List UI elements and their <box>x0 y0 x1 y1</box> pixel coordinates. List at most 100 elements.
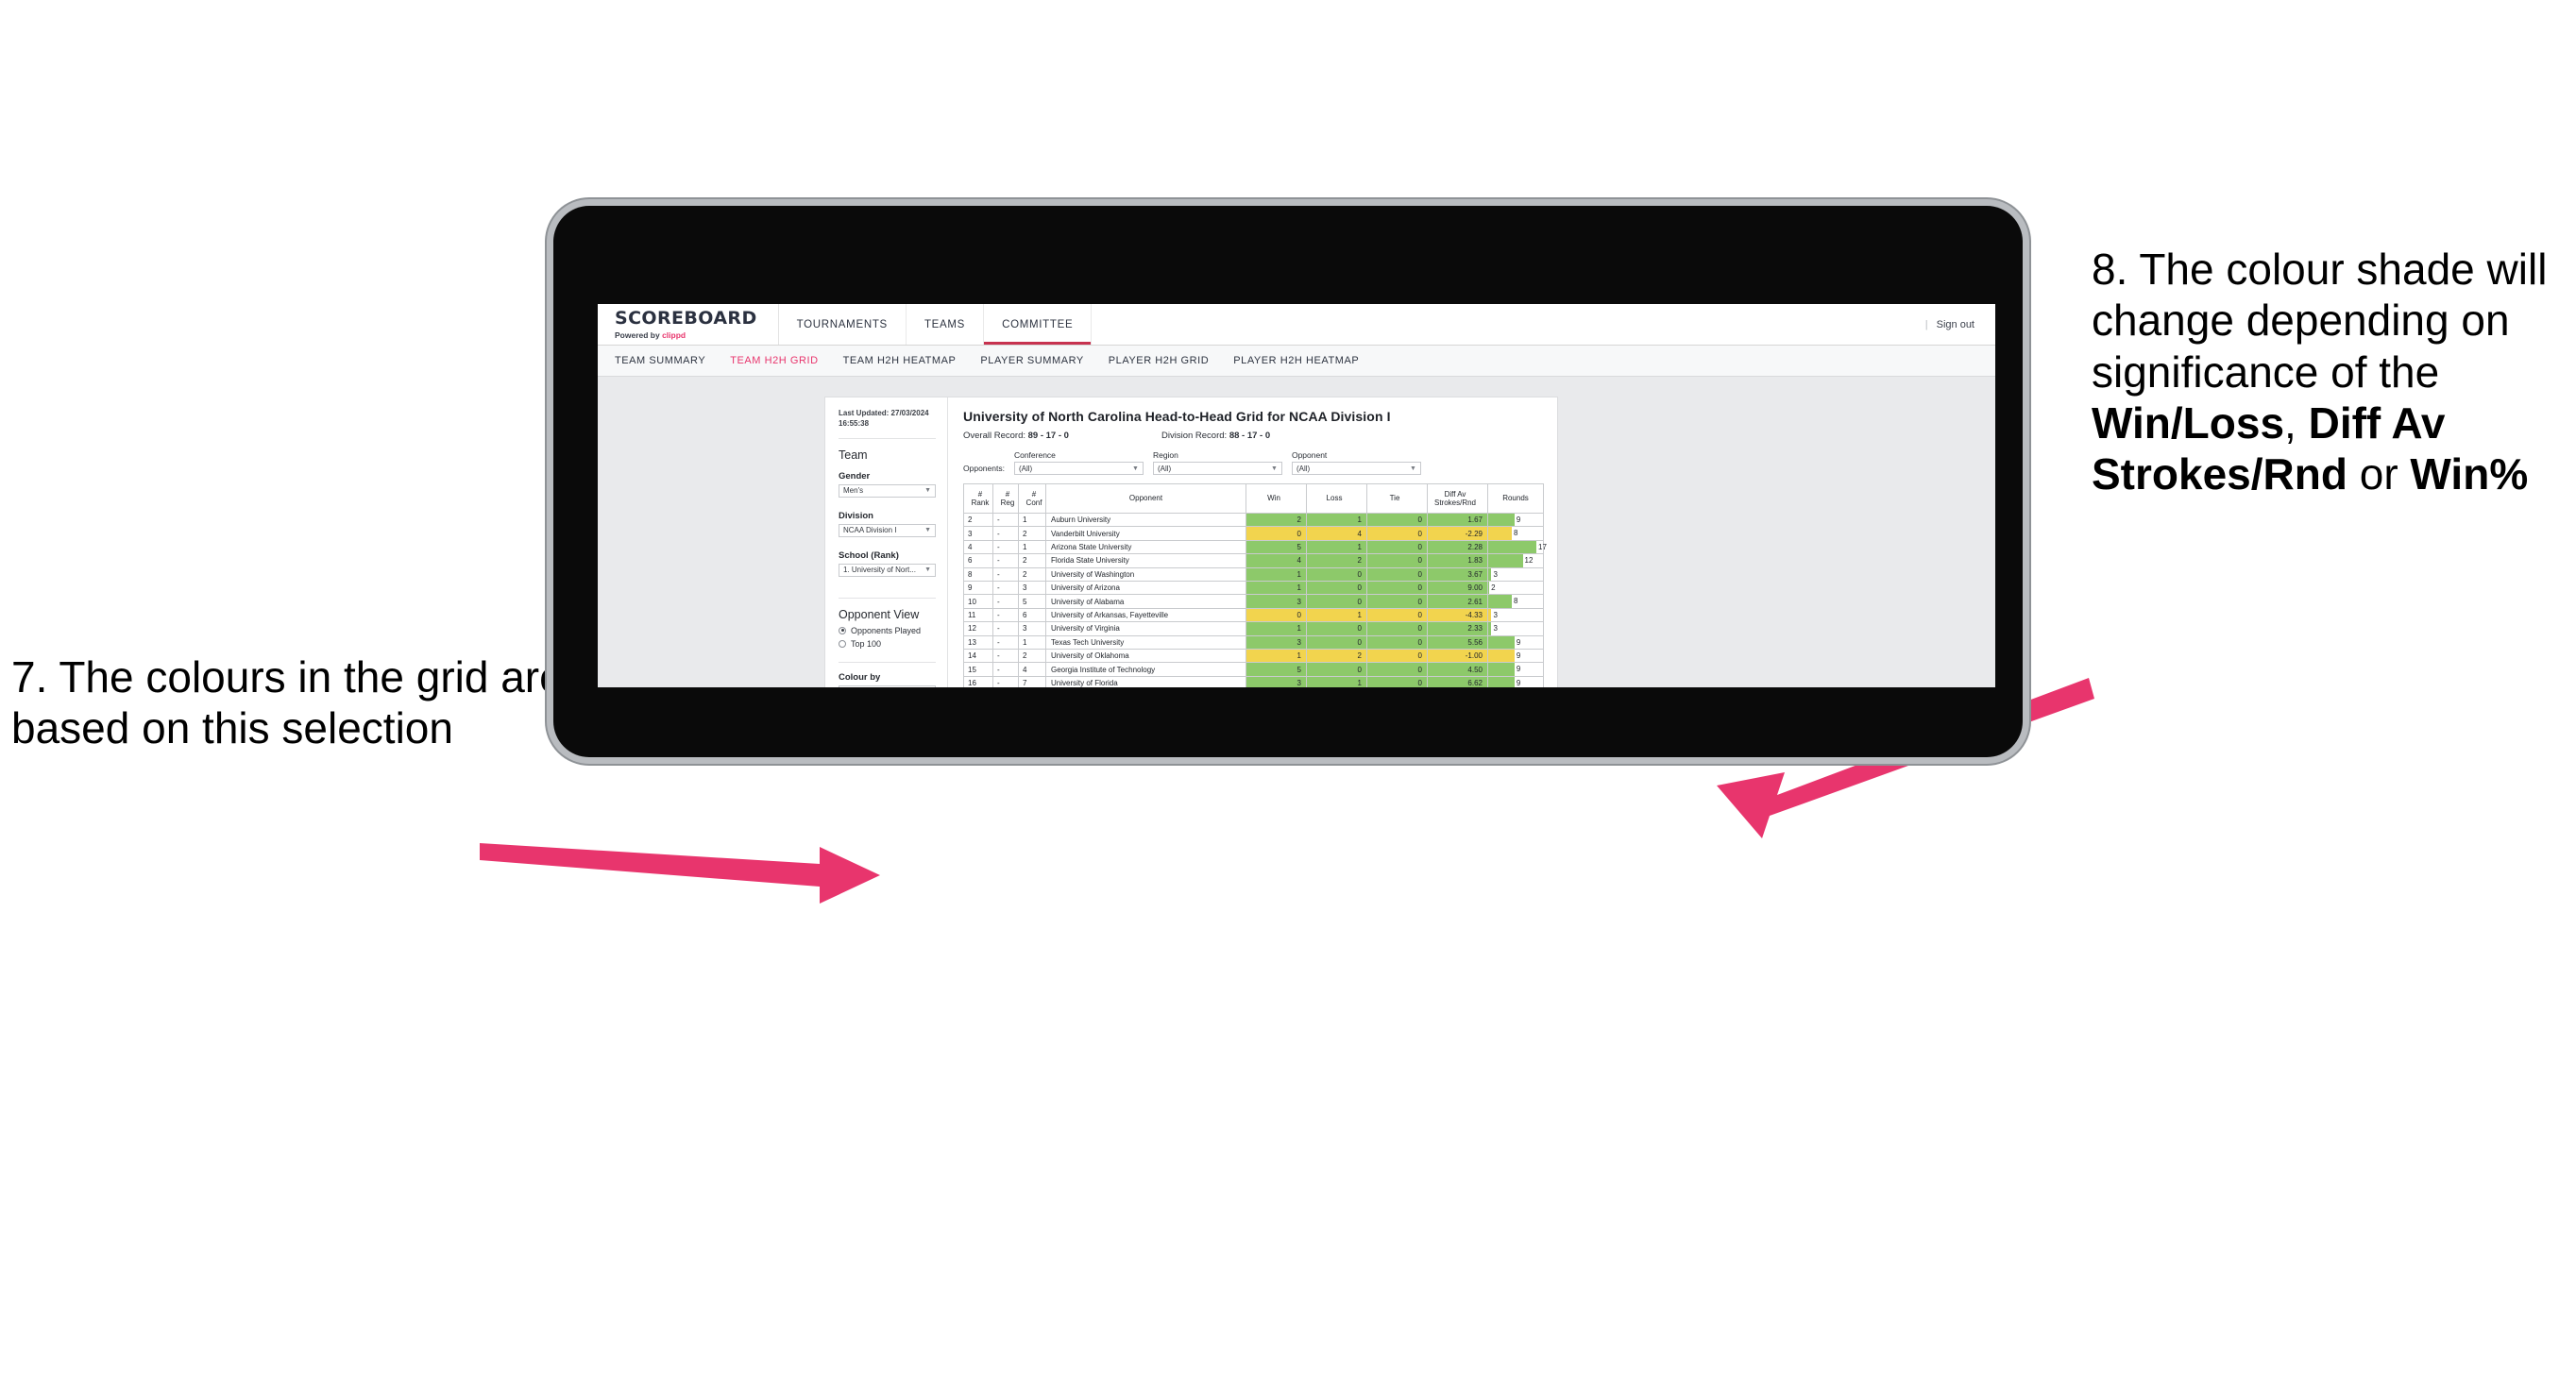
gender-select[interactable]: Men's ▼ <box>839 483 936 498</box>
cell-loss: 2 <box>1306 649 1367 664</box>
cell-diff: -2.29 <box>1427 526 1488 541</box>
colour-by-select[interactable]: Win/loss ▼ <box>839 685 936 687</box>
table-row[interactable]: 13-1 Texas Tech University 3 0 0 5.56 9 <box>963 634 1544 651</box>
subnav-team-h2h-grid[interactable]: TEAM H2H GRID <box>730 355 818 366</box>
table-row[interactable]: 14-2 University of Oklahoma 1 2 0 -1.00 9 <box>963 649 1544 664</box>
cell-tie: 0 <box>1366 553 1428 568</box>
cell-conf: 7 <box>1018 675 1046 687</box>
table-row[interactable]: 9-3 University of Arizona 1 0 0 9.00 2 <box>963 581 1544 596</box>
cell-rank: 11 <box>963 607 993 623</box>
cell-rounds: 2 <box>1487 581 1544 596</box>
subnav-team-h2h-heatmap[interactable]: TEAM H2H HEATMAP <box>843 355 957 366</box>
table-row[interactable]: 11-6 University of Arkansas, Fayetteville… <box>963 607 1544 623</box>
cell-tie: 0 <box>1366 649 1428 664</box>
filter-conference-select[interactable]: (All) ▼ <box>1013 462 1144 475</box>
cell-rank: 3 <box>963 526 993 541</box>
rounds-value: 9 <box>1516 637 1521 647</box>
radio-top-100[interactable]: Top 100 <box>839 639 936 649</box>
cell-rounds: 9 <box>1487 512 1544 528</box>
cell-loss: 0 <box>1306 581 1367 596</box>
opponents-label: Opponents: <box>963 464 1005 473</box>
subnav-player-h2h-heatmap[interactable]: PLAYER H2H HEATMAP <box>1233 355 1359 366</box>
annotation-7: 7. The colours in the grid are based on … <box>11 652 564 753</box>
filter-opponent-select[interactable]: (All) ▼ <box>1291 462 1421 475</box>
cell-diff: 2.61 <box>1427 594 1488 609</box>
subnav-player-h2h-grid[interactable]: PLAYER H2H GRID <box>1109 355 1209 366</box>
cell-opponent: Florida State University <box>1045 553 1246 568</box>
rounds-value: 9 <box>1516 516 1521 524</box>
sidebar-divider-3 <box>839 661 936 663</box>
cell-opponent: Arizona State University <box>1045 539 1246 555</box>
division-label: Division <box>839 510 873 521</box>
cell-opponent: University of Oklahoma <box>1045 649 1246 664</box>
cell-rank: 10 <box>963 594 993 609</box>
table-row[interactable]: 6-2 Florida State University 4 2 0 1.83 12 <box>963 553 1544 568</box>
annotation-8-line1: 8. The colour shade will change dependin… <box>2092 245 2548 397</box>
nav-item-teams[interactable]: TEAMS <box>907 304 985 345</box>
filter-opponent-label: Opponent <box>1291 450 1328 460</box>
col-opponent: Opponent <box>1045 483 1246 514</box>
cell-loss: 0 <box>1306 621 1367 636</box>
division-value: NCAA Division I <box>843 526 897 535</box>
h2h-grid-body: 2-1 Auburn University 2 1 0 1.67 9 3-2 Vanderbil… <box>963 512 1547 687</box>
cell-opponent: University of Florida <box>1045 675 1246 687</box>
table-row[interactable]: 4-1 Arizona State University 5 1 0 2.28 17 <box>963 539 1547 555</box>
cell-tie: 0 <box>1366 621 1428 636</box>
cell-opponent: Georgia Institute of Technology <box>1045 662 1246 677</box>
table-row[interactable]: 12-3 University of Virginia 1 0 0 2.33 3 <box>963 621 1544 636</box>
cell-diff: 1.67 <box>1427 512 1488 528</box>
cell-opponent: Vanderbilt University <box>1045 526 1246 541</box>
h2h-grid-head: # Rank # Reg # Conf Opponent Win Loss Ti… <box>963 483 1544 514</box>
app-header: SCOREBOARD Powered by clippd TOURNAMENTS… <box>598 304 1995 346</box>
radio-top-100-label: Top 100 <box>851 638 882 649</box>
filter-region-select[interactable]: (All) ▼ <box>1152 462 1282 475</box>
chevron-down-icon: ▼ <box>924 487 931 495</box>
school-value: 1. University of Nort... <box>843 566 916 575</box>
filter-conference: Conference (All) ▼ <box>1013 450 1144 475</box>
main-view: University of North Carolina Head-to-Hea… <box>948 397 1557 687</box>
page-title: University of North Carolina Head-to-Hea… <box>963 409 1391 424</box>
cell-loss: 4 <box>1306 526 1367 541</box>
cell-win: 0 <box>1246 526 1307 541</box>
rounds-value: 9 <box>1516 678 1521 687</box>
table-row[interactable]: 10-5 University of Alabama 3 0 0 2.61 8 <box>963 594 1544 609</box>
nav-item-tournaments[interactable]: TOURNAMENTS <box>779 304 907 345</box>
table-row[interactable]: 16-7 University of Florida 3 1 0 6.62 9 <box>963 675 1544 687</box>
subnav-player-summary[interactable]: PLAYER SUMMARY <box>980 355 1083 366</box>
table-row[interactable]: 8-2 University of Washington 1 0 0 3.67 3 <box>963 566 1544 583</box>
last-updated-text: Last Updated: 27/03/2024 16:55:38 <box>839 409 929 428</box>
col-rank: # Rank <box>963 483 993 514</box>
sub-nav: TEAM SUMMARY TEAM H2H GRID TEAM H2H HEAT… <box>598 346 1995 377</box>
cell-diff: -4.33 <box>1427 607 1488 623</box>
filter-region-label: Region <box>1152 450 1178 460</box>
cell-rank: 2 <box>963 512 993 528</box>
colour-by-label: Colour by <box>839 671 881 683</box>
cell-diff: 3.67 <box>1427 566 1488 583</box>
cell-loss: 1 <box>1306 675 1367 687</box>
division-select[interactable]: NCAA Division I ▼ <box>839 523 936 537</box>
cell-conf: 6 <box>1018 607 1046 623</box>
cell-rounds: 3 <box>1487 566 1544 583</box>
cell-rank: 16 <box>963 675 993 687</box>
signout-link[interactable]: Sign out <box>1937 319 1974 330</box>
col-win: Win <box>1246 483 1307 514</box>
table-row[interactable]: 3-2 Vanderbilt University 0 4 0 -2.29 8 <box>963 526 1544 541</box>
cell-win: 3 <box>1246 594 1307 609</box>
table-row[interactable]: 15-4 Georgia Institute of Technology 5 0 0 4.… <box>963 662 1544 677</box>
school-select[interactable]: 1. University of Nort... ▼ <box>839 563 936 577</box>
chevron-down-icon: ▼ <box>1410 465 1416 472</box>
cell-conf: 2 <box>1018 553 1046 568</box>
cell-tie: 0 <box>1366 662 1428 677</box>
cell-win: 3 <box>1246 675 1307 687</box>
col-tie: Tie <box>1366 483 1428 514</box>
cell-conf: 1 <box>1018 512 1046 528</box>
cell-opponent: University of Arkansas, Fayetteville <box>1045 607 1246 623</box>
radio-opponents-played[interactable]: Opponents Played <box>839 626 936 635</box>
cell-loss: 1 <box>1306 607 1367 623</box>
division-record-value: 88 - 17 - 0 <box>1229 431 1271 441</box>
table-row[interactable]: 2-1 Auburn University 2 1 0 1.67 9 <box>963 512 1544 528</box>
nav-item-committee[interactable]: COMMITTEE <box>984 304 1093 345</box>
subnav-team-summary[interactable]: TEAM SUMMARY <box>615 355 705 366</box>
cell-rank: 8 <box>963 566 993 583</box>
chevron-down-icon: ▼ <box>1132 465 1139 472</box>
